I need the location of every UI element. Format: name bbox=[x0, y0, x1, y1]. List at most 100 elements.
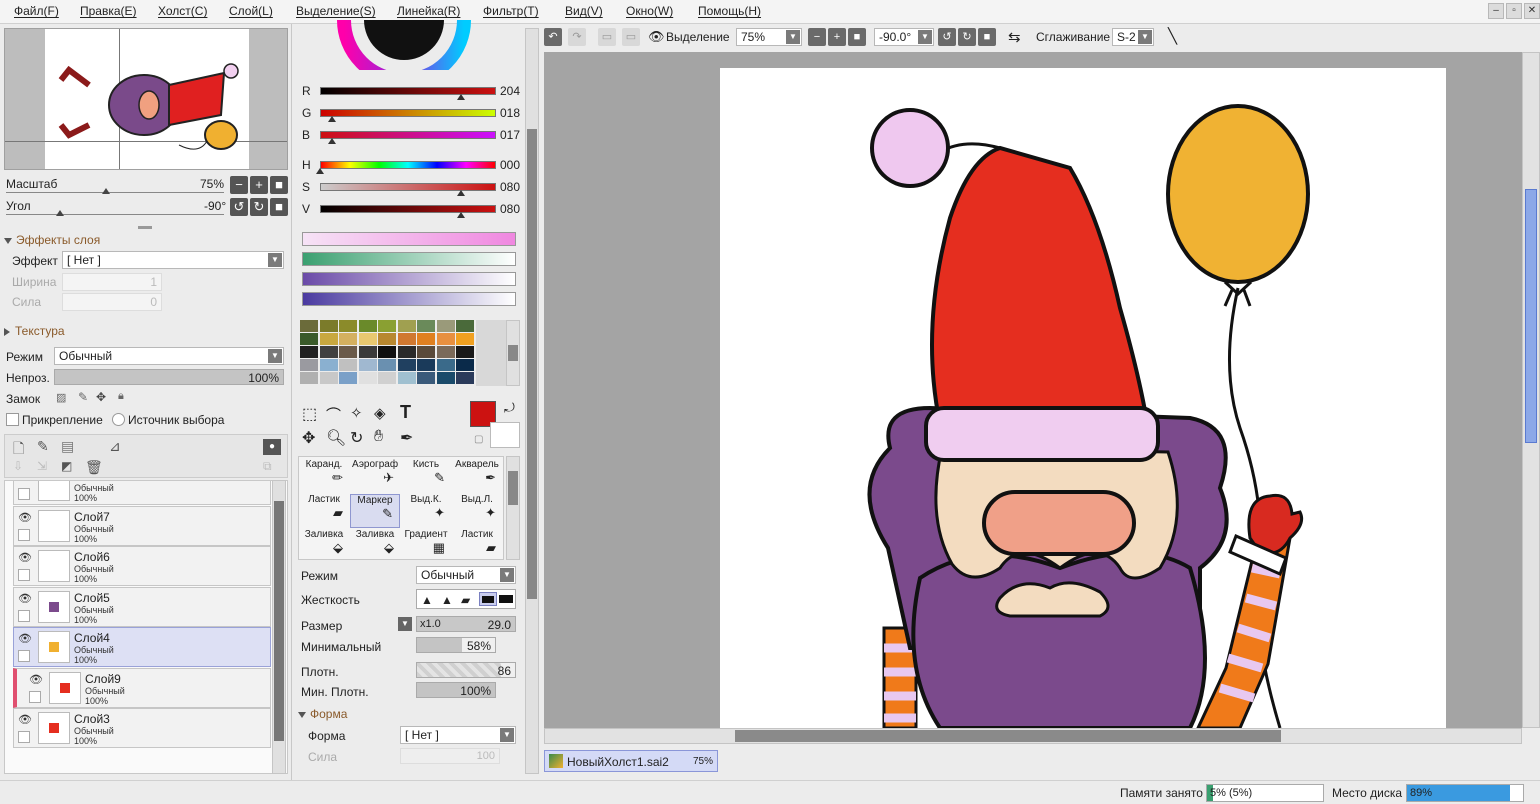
size-slider[interactable]: x1.0 29.0 bbox=[416, 616, 516, 632]
brush-tool-8[interactable]: Заливка ⬙ bbox=[299, 529, 349, 563]
palette-swatch[interactable] bbox=[436, 346, 455, 358]
color-slider-track[interactable] bbox=[320, 109, 496, 117]
eye-icon[interactable]: 👁︎ bbox=[18, 593, 32, 605]
custom-color-bar[interactable] bbox=[302, 292, 516, 306]
deselect-button[interactable]: ▭ bbox=[598, 28, 616, 46]
mid-panel-scrollbar[interactable] bbox=[525, 28, 539, 774]
canvas-hscroll-thumb[interactable] bbox=[735, 730, 1281, 742]
angle-slider-knob[interactable] bbox=[56, 210, 64, 216]
invert-selection-button[interactable]: ▭ bbox=[622, 28, 640, 46]
trash-icon[interactable]: 🗑︎ bbox=[85, 459, 103, 476]
palette-swatch[interactable] bbox=[339, 359, 357, 371]
navigator-preview[interactable] bbox=[4, 28, 288, 170]
color-slider-g[interactable]: G 018 bbox=[300, 104, 530, 122]
selection-source-radio[interactable] bbox=[112, 413, 125, 426]
layer-row[interactable]: 👁︎ Слой6 Обычный 100% bbox=[13, 546, 271, 586]
layer-checkbox[interactable] bbox=[18, 488, 30, 500]
color-slider-track[interactable] bbox=[320, 161, 496, 169]
eye-icon[interactable]: 👁︎ bbox=[18, 714, 32, 726]
hardness-1-icon[interactable]: ▲ bbox=[421, 593, 433, 607]
eye-icon[interactable]: 👁︎ bbox=[648, 29, 665, 45]
undo-button[interactable]: ↶ bbox=[544, 28, 562, 46]
color-slider-h[interactable]: H 000 bbox=[300, 156, 530, 174]
palette-swatch[interactable] bbox=[319, 372, 338, 384]
brush-tool-5[interactable]: Маркер ✎ bbox=[350, 494, 400, 528]
palette-swatch[interactable] bbox=[358, 359, 377, 371]
palette-swatch[interactable] bbox=[436, 333, 455, 345]
color-slider-track[interactable] bbox=[320, 183, 496, 191]
layer-checkbox[interactable] bbox=[18, 731, 30, 743]
clear-layer-icon[interactable]: ◩ bbox=[61, 459, 72, 473]
menu-window[interactable]: Окно(W) bbox=[626, 4, 673, 18]
shape-select[interactable]: [ Нет ] ▼ bbox=[400, 726, 516, 744]
palette-swatch[interactable] bbox=[378, 320, 396, 332]
layer-list-scrollbar[interactable] bbox=[272, 480, 286, 774]
text-tool-icon[interactable]: T bbox=[400, 402, 411, 423]
palette-swatch[interactable] bbox=[319, 359, 338, 371]
mid-panel-scroll-thumb[interactable] bbox=[527, 129, 537, 599]
brush-tool-11[interactable]: Ластик ▰ bbox=[452, 529, 502, 563]
canvas-paper[interactable] bbox=[720, 68, 1446, 728]
layer-list-scroll-thumb[interactable] bbox=[274, 501, 284, 741]
canvas-area[interactable] bbox=[544, 52, 1522, 728]
rotate-reset-button[interactable]: ■ bbox=[270, 198, 288, 216]
color-slider-track[interactable] bbox=[320, 87, 496, 95]
move-down-icon[interactable]: ⇩ bbox=[13, 459, 23, 473]
brush-tool-1[interactable]: Аэрограф ✈ bbox=[350, 459, 400, 493]
menu-filter[interactable]: Фильтр(T) bbox=[483, 4, 539, 18]
palette-swatch[interactable] bbox=[397, 333, 416, 345]
palette-swatch[interactable] bbox=[417, 320, 435, 332]
close-button[interactable]: ✕ bbox=[1524, 3, 1540, 19]
layer-checkbox[interactable] bbox=[18, 569, 30, 581]
palette-swatch[interactable] bbox=[417, 359, 435, 371]
menu-edit[interactable]: Правка(E) bbox=[80, 4, 137, 18]
min-size-slider[interactable]: 58% bbox=[416, 637, 496, 653]
canvas-vscroll-thumb[interactable] bbox=[1525, 189, 1537, 443]
palette-swatch[interactable] bbox=[339, 320, 357, 332]
canvas-zoom-out-button[interactable]: − bbox=[808, 28, 826, 46]
layer-checkbox[interactable] bbox=[18, 609, 30, 622]
palette-swatch[interactable] bbox=[436, 359, 455, 371]
palette-swatch[interactable] bbox=[300, 372, 318, 384]
layer-row[interactable]: 👁︎ Слой5 Обычный 100% bbox=[13, 586, 271, 627]
layer-checkbox[interactable] bbox=[29, 690, 41, 703]
menu-layer[interactable]: Слой(L) bbox=[229, 4, 273, 18]
lock-pen-icon[interactable]: ✎ bbox=[78, 390, 88, 404]
restore-button[interactable]: ▫ bbox=[1506, 3, 1522, 19]
layer-checkbox[interactable] bbox=[18, 528, 30, 541]
palette-swatch[interactable] bbox=[378, 359, 396, 371]
brush-tool-4[interactable]: Ластик ▰ bbox=[299, 494, 349, 528]
secondary-color-swatch[interactable] bbox=[490, 422, 520, 448]
color-slider-knob[interactable] bbox=[328, 138, 337, 144]
eye-icon[interactable]: 👁︎ bbox=[18, 633, 32, 645]
palette-swatch[interactable] bbox=[358, 333, 377, 345]
palette-swatch[interactable] bbox=[339, 333, 357, 345]
palette-swatch[interactable] bbox=[358, 346, 377, 358]
canvas-vertical-scrollbar[interactable] bbox=[1522, 52, 1540, 728]
zoom-out-button[interactable]: − bbox=[230, 176, 248, 194]
custom-color-bar[interactable] bbox=[302, 252, 516, 266]
palette-swatch[interactable] bbox=[300, 346, 318, 358]
palette-swatch[interactable] bbox=[417, 333, 435, 345]
palette-swatch[interactable] bbox=[319, 346, 338, 358]
power-field[interactable]: 0 bbox=[62, 293, 162, 311]
zoom-tool-icon[interactable]: 🔍︎ bbox=[326, 428, 346, 448]
color-slider-knob[interactable] bbox=[456, 212, 465, 218]
brush-shape-header[interactable]: Форма bbox=[298, 707, 347, 721]
rotate-right-button[interactable]: ↻ bbox=[250, 198, 268, 216]
brush-tool-7[interactable]: Выд.Л. ✦ bbox=[452, 494, 502, 528]
layer-effects-header[interactable]: Эффекты слоя bbox=[4, 233, 100, 247]
color-slider-knob[interactable] bbox=[328, 116, 337, 122]
palette-swatch[interactable] bbox=[300, 359, 318, 371]
color-slider-v[interactable]: V 080 bbox=[300, 200, 530, 218]
layer-panel-menu-button[interactable]: ● bbox=[263, 439, 281, 455]
palette-swatch[interactable] bbox=[378, 333, 396, 345]
eye-icon[interactable]: 👁︎ bbox=[18, 512, 32, 524]
clip-checkbox[interactable] bbox=[6, 413, 19, 426]
eye-icon[interactable]: 👁︎ bbox=[18, 552, 32, 564]
palette-swatch[interactable] bbox=[300, 333, 318, 345]
copy-layer-icon[interactable]: ⧉ bbox=[263, 459, 272, 474]
canvas-rotate-reset-button[interactable]: ■ bbox=[978, 28, 996, 46]
palette-swatch[interactable] bbox=[456, 333, 474, 345]
color-slider-b[interactable]: B 017 bbox=[300, 126, 530, 144]
